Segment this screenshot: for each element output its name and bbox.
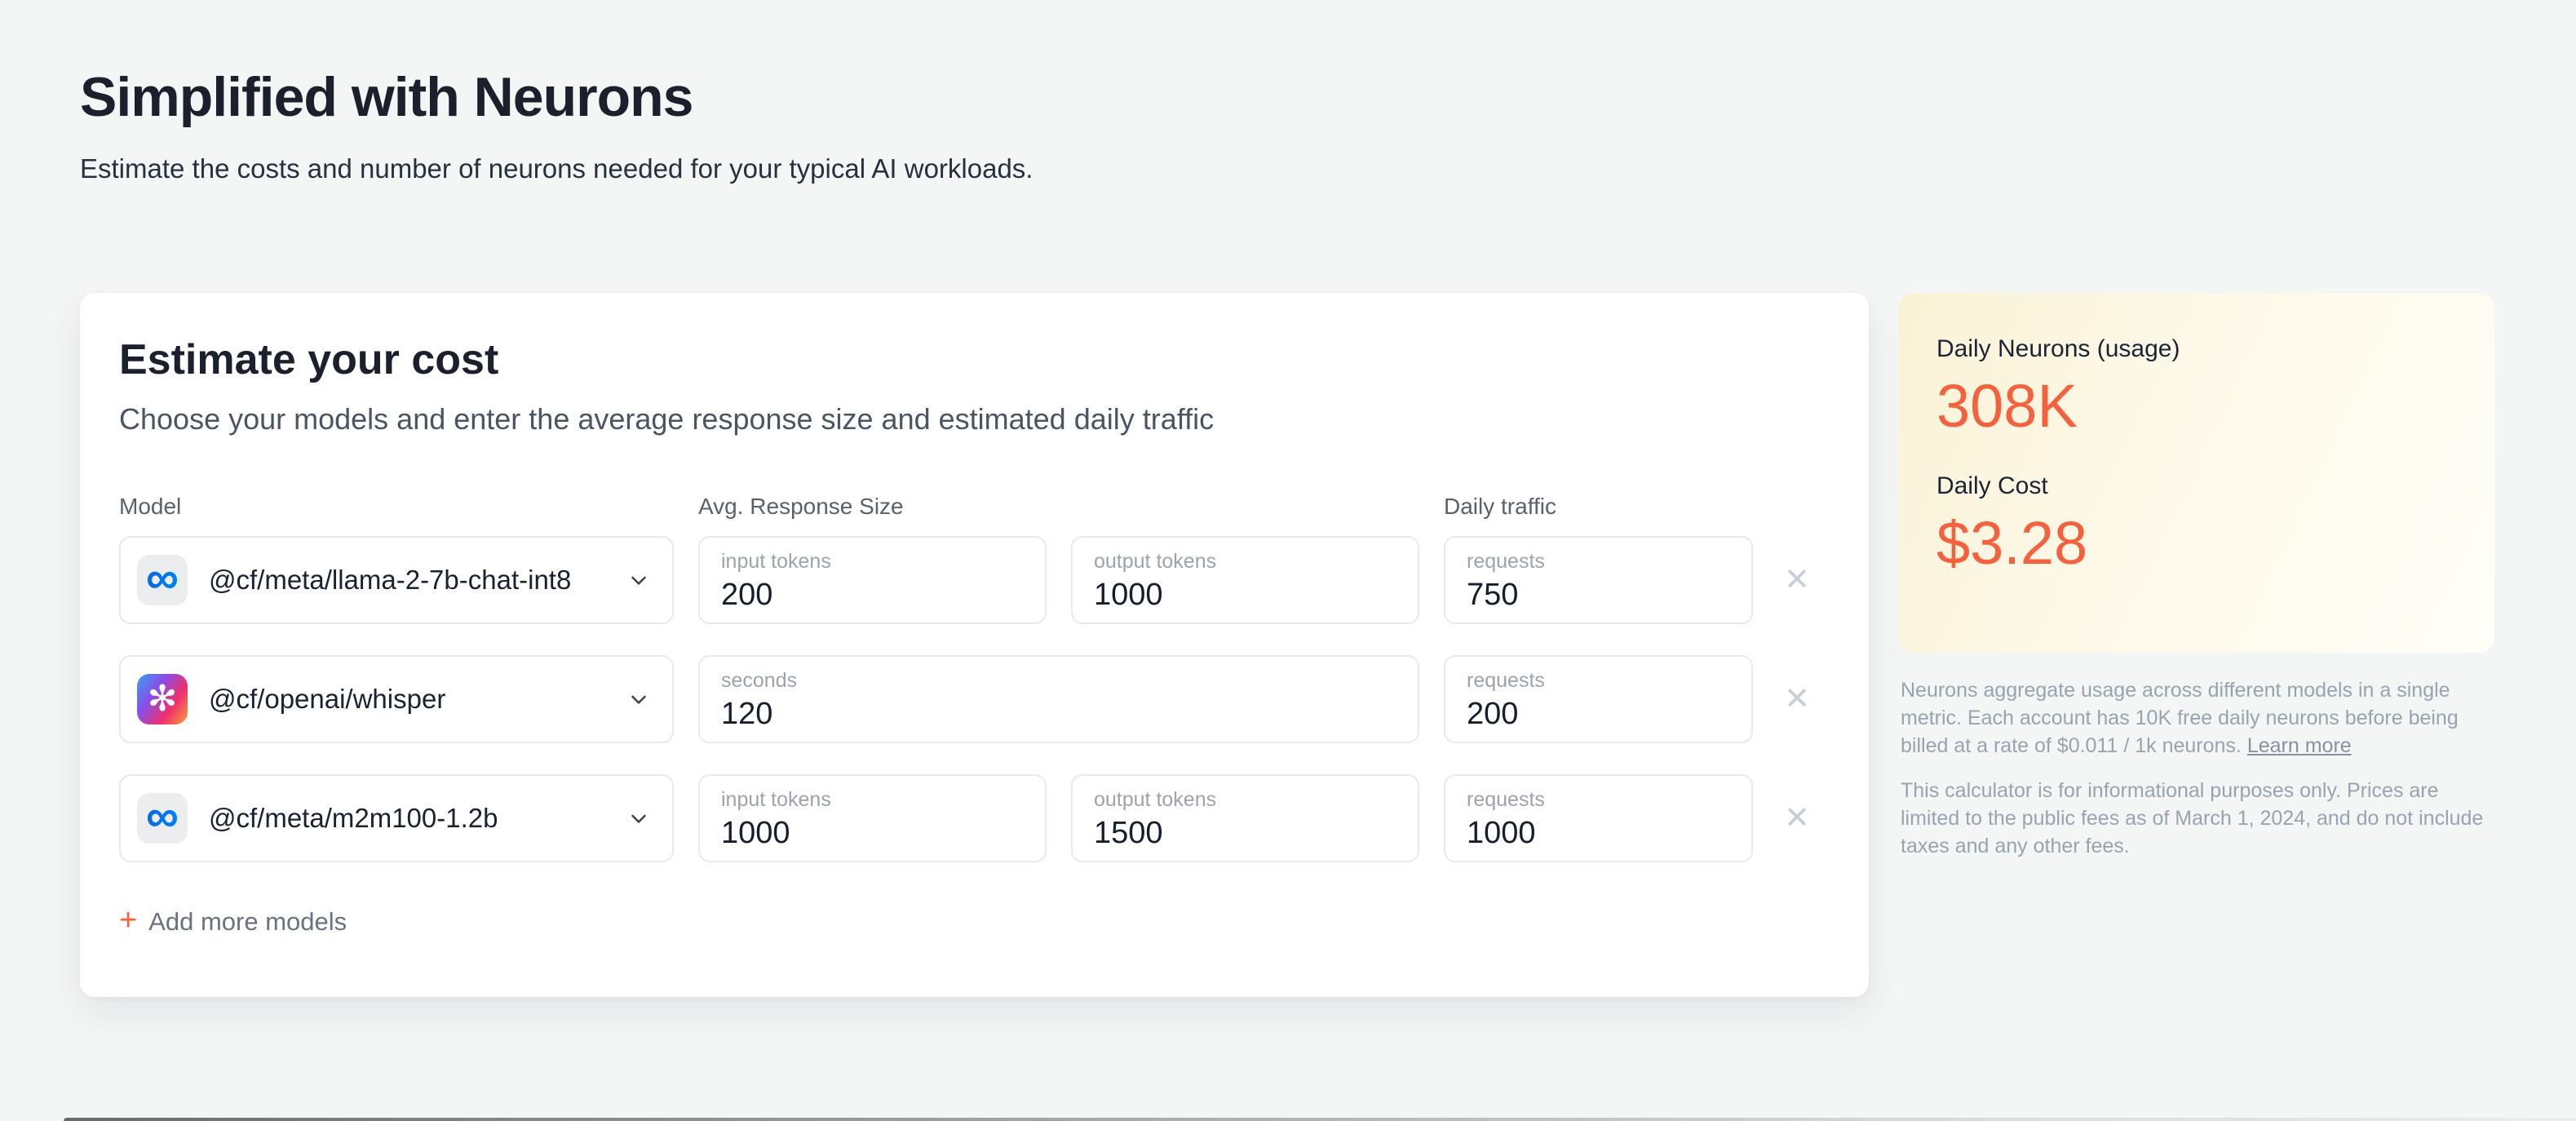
model-name: @cf/openai/whisper bbox=[209, 684, 446, 714]
add-more-models-button[interactable]: + Add more models bbox=[119, 903, 347, 937]
remove-row-button[interactable]: ✕ bbox=[1784, 684, 1810, 715]
input-tokens-field: input tokens bbox=[698, 774, 1047, 862]
field-label: output tokens bbox=[1094, 788, 1217, 811]
daily-neurons-label: Daily Neurons (usage) bbox=[1936, 335, 2180, 362]
daily-cost-value: $3.28 bbox=[1936, 509, 2088, 577]
column-header-daily-traffic: Daily traffic bbox=[1444, 494, 1556, 519]
daily-neurons-value: 308K bbox=[1936, 372, 2078, 440]
meta-logo-icon: ∞ bbox=[137, 555, 188, 605]
field-label: output tokens bbox=[1094, 550, 1217, 573]
field-label: requests bbox=[1467, 788, 1545, 811]
model-name: @cf/meta/m2m100-1.2b bbox=[209, 803, 498, 833]
input-tokens-input[interactable] bbox=[721, 578, 1024, 613]
model-name: @cf/meta/llama-2-7b-chat-int8 bbox=[209, 565, 572, 595]
remove-row-button[interactable]: ✕ bbox=[1784, 803, 1810, 834]
model-select-m2m100[interactable]: ∞ @cf/meta/m2m100-1.2b bbox=[119, 774, 674, 862]
calculator-disclaimer-text: This calculator is for informational pur… bbox=[1901, 779, 2484, 857]
chevron-down-icon bbox=[626, 687, 651, 711]
column-header-model: Model bbox=[119, 494, 182, 519]
column-headers: Model Avg. Response Size Daily traffic bbox=[119, 494, 1830, 520]
next-section-top-edge bbox=[64, 1118, 2576, 1121]
input-tokens-input[interactable] bbox=[721, 816, 1024, 851]
close-icon: ✕ bbox=[1784, 563, 1810, 597]
field-label: seconds bbox=[721, 669, 798, 692]
openai-logo-icon: ✻ bbox=[137, 674, 188, 724]
disclaimer-notes: Neurons aggregate usage across different… bbox=[1899, 677, 2494, 861]
model-select-llama[interactable]: ∞ @cf/meta/llama-2-7b-chat-int8 bbox=[119, 536, 674, 624]
requests-input[interactable] bbox=[1467, 697, 1730, 732]
content-area: Estimate your cost Choose your models an… bbox=[80, 293, 2496, 997]
plus-icon: + bbox=[119, 903, 138, 937]
chevron-down-icon bbox=[626, 568, 651, 592]
output-tokens-field: output tokens bbox=[1071, 774, 1419, 862]
add-more-models-label: Add more models bbox=[148, 907, 347, 936]
requests-field: requests bbox=[1444, 774, 1753, 862]
column-header-response-size: Avg. Response Size bbox=[698, 494, 904, 519]
field-label: requests bbox=[1467, 669, 1545, 692]
close-icon: ✕ bbox=[1784, 801, 1810, 835]
seconds-input[interactable] bbox=[721, 697, 1396, 732]
learn-more-link[interactable]: Learn more bbox=[2247, 734, 2352, 757]
summary-column: Daily Neurons (usage) 308K Daily Cost $3… bbox=[1899, 293, 2494, 879]
requests-input[interactable] bbox=[1467, 816, 1730, 851]
daily-cost-label: Daily Cost bbox=[1936, 472, 2048, 499]
output-tokens-input[interactable] bbox=[1094, 578, 1396, 613]
neurons-explainer-text: Neurons aggregate usage across different… bbox=[1901, 677, 2493, 760]
input-tokens-field: input tokens bbox=[698, 536, 1047, 624]
cost-estimator-card: Estimate your cost Choose your models an… bbox=[80, 293, 1869, 997]
requests-field: requests bbox=[1444, 655, 1753, 743]
estimator-heading: Estimate your cost bbox=[119, 336, 499, 383]
estimator-subheading: Choose your models and enter the average… bbox=[119, 402, 1215, 436]
requests-field: requests bbox=[1444, 536, 1753, 624]
page-subtitle: Estimate the costs and number of neurons… bbox=[80, 153, 1033, 184]
requests-input[interactable] bbox=[1467, 578, 1730, 613]
output-tokens-input[interactable] bbox=[1094, 816, 1396, 851]
chevron-down-icon bbox=[626, 806, 651, 831]
seconds-field: seconds bbox=[698, 655, 1419, 743]
output-tokens-field: output tokens bbox=[1071, 536, 1419, 624]
page-title: Simplified with Neurons bbox=[80, 66, 694, 128]
model-select-whisper[interactable]: ✻ @cf/openai/whisper bbox=[119, 655, 674, 743]
neurons-explainer-body: Neurons aggregate usage across different… bbox=[1901, 679, 2459, 757]
field-label: requests bbox=[1467, 550, 1545, 573]
neurons-calculator-page: Simplified with Neurons Estimate the cos… bbox=[0, 0, 2576, 997]
remove-row-button[interactable]: ✕ bbox=[1784, 565, 1810, 596]
field-label: input tokens bbox=[721, 550, 831, 573]
field-label: input tokens bbox=[721, 788, 831, 811]
meta-logo-icon: ∞ bbox=[137, 793, 188, 844]
close-icon: ✕ bbox=[1784, 682, 1810, 716]
model-rows: ∞ @cf/meta/llama-2-7b-chat-int8 input to… bbox=[119, 536, 1830, 862]
daily-summary-card: Daily Neurons (usage) 308K Daily Cost $3… bbox=[1899, 293, 2494, 653]
